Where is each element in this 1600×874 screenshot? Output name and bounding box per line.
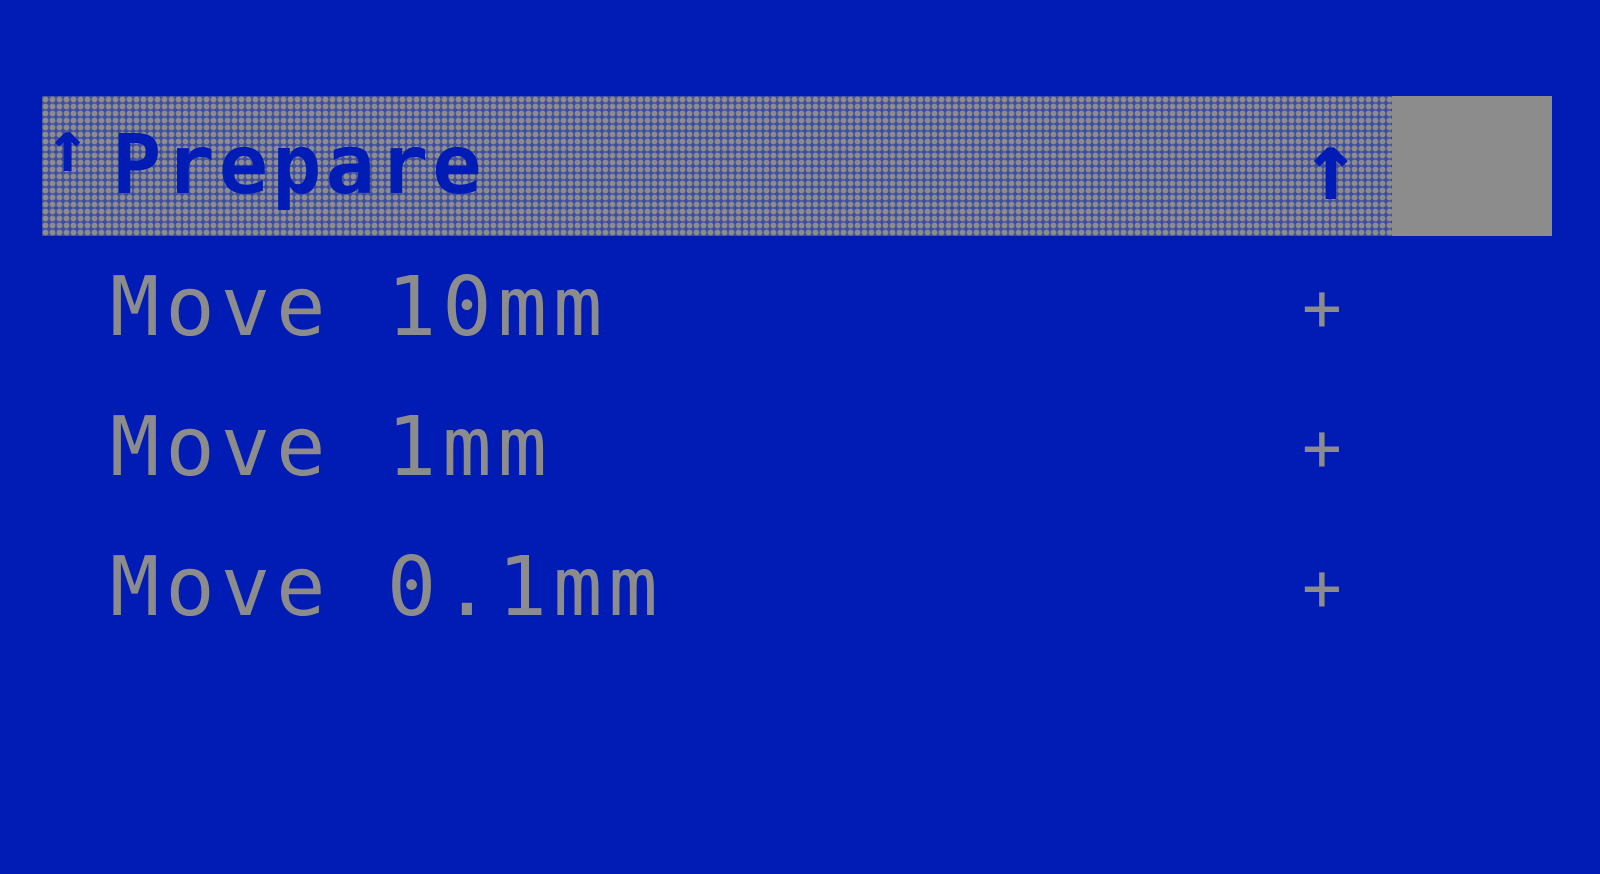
header-fill <box>1392 96 1552 236</box>
menu-item-label: Move 10mm <box>110 260 609 355</box>
plus-icon: + <box>1302 269 1342 346</box>
menu-header-label: Prepare <box>112 118 486 213</box>
menu-item-move-10mm[interactable]: Move 10mm + <box>42 238 1552 378</box>
menu-item-label: Move 1mm <box>110 400 553 495</box>
lcd-screen: ↑ Prepare ↑ Move 10mm + Move 1mm + Move … <box>0 0 1600 874</box>
menu-header-prepare[interactable]: ↑ Prepare ↑ <box>42 96 1552 236</box>
plus-icon: + <box>1302 549 1342 626</box>
menu-item-move-0-1mm[interactable]: Move 0.1mm + <box>42 518 1552 658</box>
back-arrow-icon: ↑ <box>46 104 90 188</box>
menu-item-label: Move 0.1mm <box>110 540 664 635</box>
menu-item-move-1mm[interactable]: Move 1mm + <box>42 378 1552 518</box>
plus-icon: + <box>1302 409 1342 486</box>
up-arrow-icon: ↑ <box>1302 110 1360 222</box>
